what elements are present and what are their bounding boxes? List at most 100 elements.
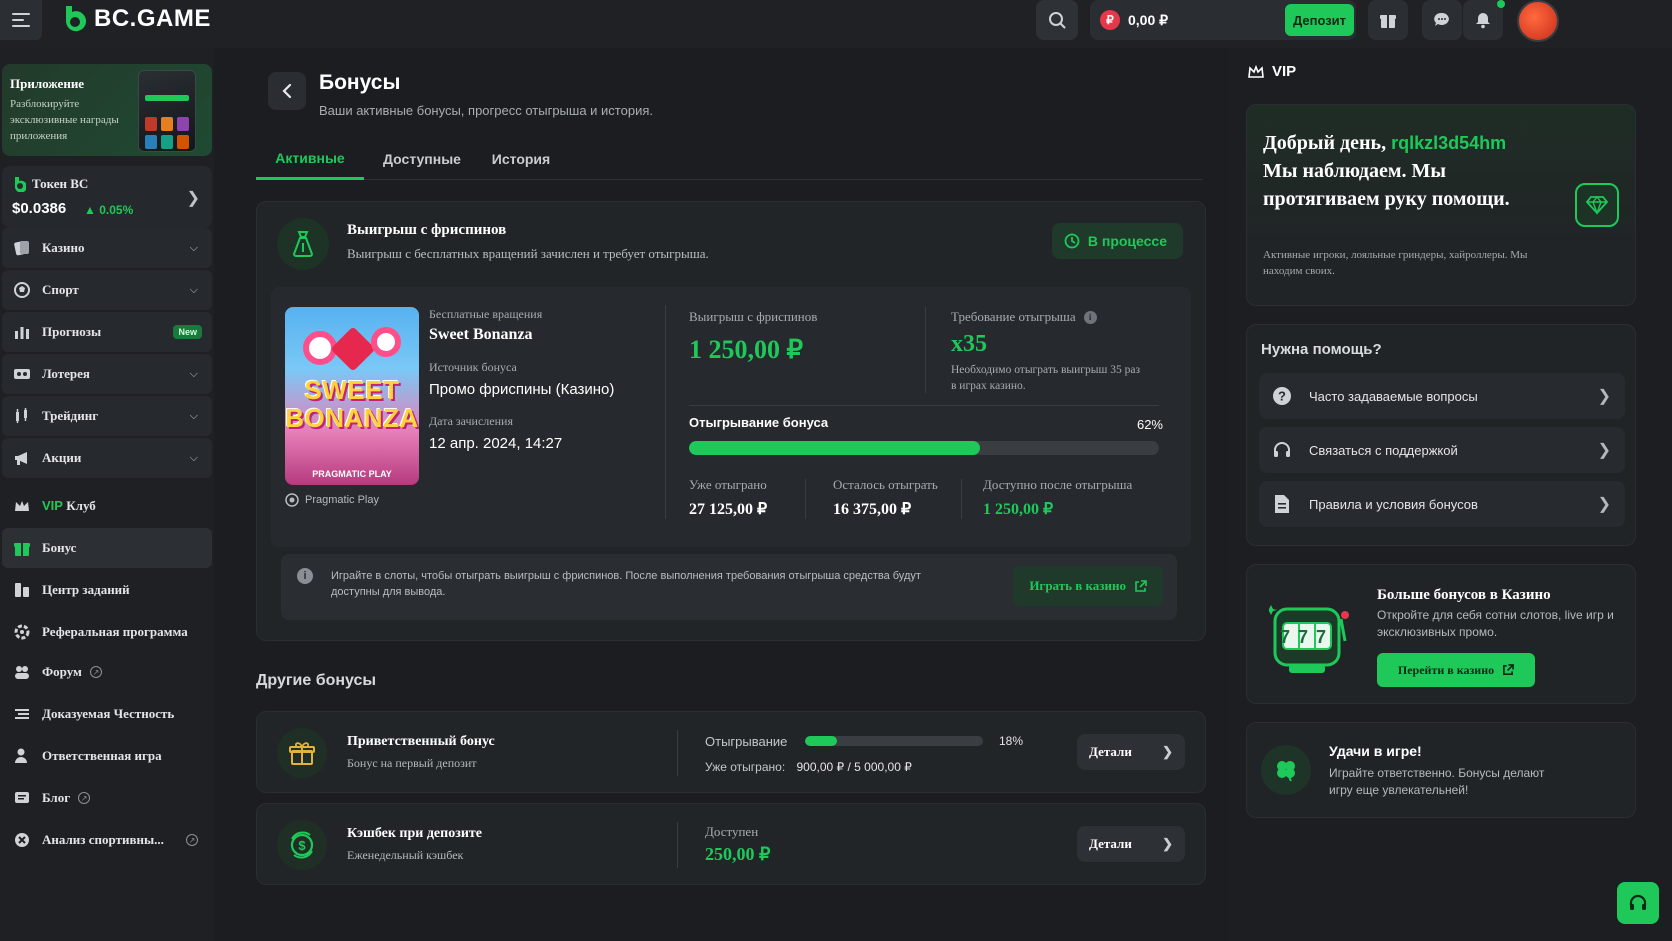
- sidebar-item-label: Бонус: [42, 540, 77, 555]
- welcome-wagered-label: Уже отыграно:: [705, 760, 786, 774]
- divider: [677, 730, 678, 776]
- sidebar-item-forum[interactable]: Форум ↗: [2, 652, 212, 692]
- svg-text:$: $: [298, 838, 306, 853]
- search-button[interactable]: [1036, 0, 1078, 40]
- help-item-label: Часто задаваемые вопросы: [1309, 388, 1478, 404]
- sidebar-item-tasks[interactable]: Центр заданий: [2, 570, 212, 610]
- deposit-button[interactable]: Депозит: [1285, 4, 1354, 36]
- vip-note: Активные игроки, лояльные гриндеры, хайр…: [1263, 249, 1528, 277]
- winnings-value: 1 250,00 ₽: [689, 335, 804, 364]
- play-casino-button[interactable]: Играть в казино: [1013, 566, 1163, 606]
- sidebar-item-trading[interactable]: Трейдинг ⌵: [2, 396, 212, 436]
- menu-toggle-button[interactable]: [0, 0, 42, 40]
- tab-active[interactable]: Активные: [256, 138, 364, 180]
- go-to-casino-button[interactable]: Перейти в казино: [1377, 653, 1535, 687]
- chevron-right-icon: ❯: [1162, 744, 1173, 759]
- wager-progress-bar: [689, 441, 1159, 455]
- sidebar-item-sports-analysis[interactable]: Анализ спортивны... ↗: [2, 820, 212, 860]
- tab-history[interactable]: История: [478, 138, 564, 180]
- welcome-progress-fill: [805, 736, 838, 746]
- date-label: Дата зачисления: [429, 414, 513, 428]
- info-text: Играйте в слоты, чтобы отыграть выигрыш …: [331, 570, 921, 598]
- provider-logo-icon: [285, 493, 299, 507]
- welcome-details-button[interactable]: Детали ❯: [1077, 734, 1185, 770]
- back-button[interactable]: [268, 72, 306, 110]
- sidebar-item-label: Акции: [42, 450, 82, 465]
- sidebar-item-label: Форум: [42, 664, 82, 679]
- gift-icon: [277, 728, 327, 778]
- support-chat-button[interactable]: [1617, 882, 1659, 924]
- logo[interactable]: BC.GAME: [58, 4, 211, 34]
- headset-icon: [1629, 894, 1647, 910]
- good-luck-card: Удачи в игре! Играйте ответственно. Бону…: [1246, 722, 1636, 818]
- available-block: Доступно после отыгрыша 1 250,00 ₽: [983, 477, 1132, 519]
- remaining-value: 16 375,00 ₽: [833, 501, 912, 518]
- source-value: Промо фриспины (Казино): [429, 381, 615, 398]
- sidebar-item-label: Спорт: [42, 282, 79, 297]
- bc-token-card[interactable]: Токен BC $0.0386 ▲ 0.05% ❯: [2, 166, 212, 228]
- cashback-details-button[interactable]: Детали ❯: [1077, 826, 1185, 862]
- help-item-terms[interactable]: Правила и условия бонусов ❯: [1259, 481, 1625, 527]
- sidebar-item-label: VIP Клуб: [42, 498, 96, 514]
- divider: [925, 307, 926, 393]
- sidebar-item-bonus[interactable]: Бонус: [2, 528, 212, 568]
- right-panel: VIP Добрый день, rqlkzl3d54hm Мы наблюда…: [1230, 48, 1672, 941]
- sidebar-item-casino[interactable]: Казино ⌵: [2, 228, 212, 268]
- help-item-support[interactable]: Связаться с поддержкой ❯: [1259, 427, 1625, 473]
- sidebar-item-referral[interactable]: Реферальная программа: [2, 612, 212, 652]
- username: rqlkzl3d54hm: [1391, 133, 1507, 153]
- megaphone-icon: [12, 448, 32, 468]
- app-promo-card[interactable]: Приложение Разблокируйте эксклюзивные на…: [2, 64, 212, 156]
- chevron-down-icon: ⌵: [189, 451, 198, 464]
- external-link-icon: [1135, 579, 1147, 592]
- sidebar-item-blog[interactable]: Блог ↗: [2, 778, 212, 818]
- bonus-bag-icon: [277, 218, 329, 270]
- sidebar-item-promotions[interactable]: Акции ⌵: [2, 438, 212, 478]
- tab-available[interactable]: Доступные: [372, 138, 472, 180]
- hamburger-icon: [12, 13, 30, 27]
- remaining-block: Осталось отыграть 16 375,00 ₽: [833, 477, 938, 519]
- casino-promo-title: Больше бонусов в Казино: [1377, 587, 1551, 603]
- forum-icon: [12, 662, 32, 682]
- welcome-progress-bar: [805, 736, 983, 746]
- help-item-faq[interactable]: ? Часто задаваемые вопросы ❯: [1259, 373, 1625, 419]
- wagered-label: Уже отыграно: [689, 477, 767, 492]
- status-badge: В процессе: [1051, 223, 1183, 259]
- cashback-available-label: Доступен: [705, 824, 759, 839]
- available-label: Доступно после отыгрыша: [983, 477, 1133, 492]
- sidebar-item-lottery[interactable]: Лотерея ⌵: [2, 354, 212, 394]
- chart-icon: [12, 322, 32, 342]
- search-icon: [1049, 12, 1066, 29]
- sidebar-item-responsible[interactable]: Ответственная игра: [2, 736, 212, 776]
- app-promo-title: Приложение: [10, 76, 85, 91]
- game-thumbnail[interactable]: SWEET BONANZA PRAGMATIC PLAY: [285, 307, 419, 485]
- sidebar-item-label: Казино: [42, 240, 85, 255]
- source-label: Источник бонуса: [429, 360, 517, 374]
- info-icon[interactable]: i: [1083, 310, 1097, 324]
- welcome-bonus-title: Приветственный бонус: [347, 734, 495, 749]
- external-link-icon: ↗: [78, 792, 91, 804]
- chevron-right-icon: ❯: [186, 190, 200, 207]
- blog-icon: [12, 788, 32, 808]
- cards-icon: [12, 238, 32, 258]
- casino-promo-subtitle: Откройте для себя сотни слотов, live игр…: [1377, 608, 1614, 639]
- wager-label-row: Требование отыгрыша i: [951, 309, 1141, 325]
- slot-machine-icon: 777: [1269, 605, 1349, 673]
- wager-block: Требование отыгрыша i x35 Необходимо оты…: [951, 309, 1141, 394]
- go-to-casino-label: Перейти в казино: [1397, 662, 1495, 677]
- fairness-icon: [12, 704, 32, 724]
- gift-button[interactable]: [1368, 0, 1408, 40]
- sidebar-item-vip-club[interactable]: VIP Клуб: [2, 486, 212, 526]
- sidebar-item-fairness[interactable]: Доказуемая Честность: [2, 694, 212, 734]
- vip-club-label: Клуб: [66, 498, 96, 513]
- referral-icon: [12, 622, 32, 642]
- analysis-icon: [12, 830, 32, 850]
- sidebar-item-predictions[interactable]: Прогнозы New: [2, 312, 212, 352]
- sidebar-item-sport[interactable]: Спорт ⌵: [2, 270, 212, 310]
- user-avatar[interactable]: [1517, 0, 1559, 42]
- help-card: Нужна помощь? ? Часто задаваемые вопросы…: [1246, 324, 1636, 546]
- app-preview-image: [138, 70, 196, 152]
- cashback-available-value: 250,00 ₽: [705, 844, 771, 864]
- chat-button[interactable]: [1422, 0, 1462, 40]
- headset-icon: [1271, 439, 1293, 461]
